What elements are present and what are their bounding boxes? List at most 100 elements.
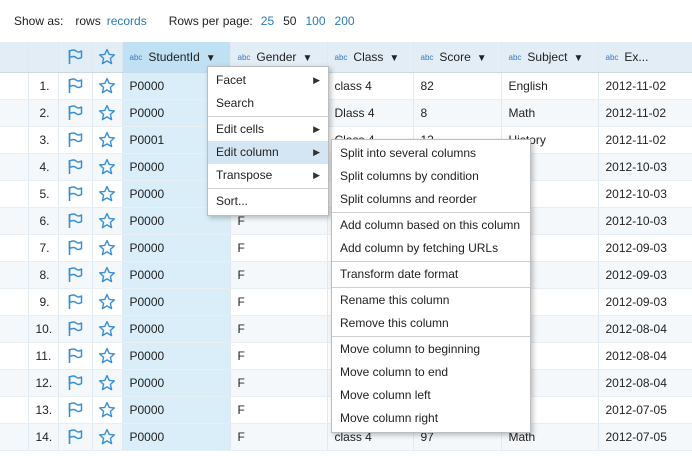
row-star-cell[interactable]	[92, 180, 123, 208]
cell-class[interactable]: Dlass 4	[327, 99, 414, 127]
star-icon[interactable]	[98, 347, 116, 363]
chevron-down-icon[interactable]: ▼	[573, 53, 583, 64]
row-star-cell[interactable]	[92, 261, 123, 289]
flag-icon[interactable]	[66, 293, 84, 309]
flag-icon[interactable]	[66, 212, 84, 228]
flag-icon[interactable]	[66, 77, 84, 93]
cell-student[interactable]: P0000	[122, 234, 231, 262]
menu-item-edit-cells[interactable]: Edit cells ▶	[208, 118, 328, 141]
menu-item-move-beginning[interactable]: Move column to beginning	[332, 338, 530, 361]
menu-item-transpose[interactable]: Transpose ▶	[208, 164, 328, 187]
flag-icon[interactable]	[66, 158, 84, 174]
flag-icon[interactable]	[66, 266, 84, 282]
cell-gender[interactable]: F	[230, 369, 328, 397]
row-star-cell[interactable]	[92, 315, 123, 343]
flag-icon[interactable]	[66, 347, 84, 363]
menu-item-add-based-on-column[interactable]: Add column based on this column	[332, 214, 530, 237]
chevron-down-icon[interactable]: ▼	[389, 53, 399, 64]
cell-date[interactable]: 2012-08-04	[598, 342, 692, 370]
cell-student[interactable]: P0000	[122, 315, 231, 343]
rows-option[interactable]: rows	[75, 14, 100, 28]
flag-icon[interactable]	[66, 239, 84, 255]
cell-date[interactable]: 2012-10-03	[598, 207, 692, 235]
row-flag-cell[interactable]	[58, 396, 93, 424]
star-icon[interactable]	[98, 320, 116, 336]
row-star-cell[interactable]	[92, 153, 123, 181]
star-icon[interactable]	[98, 77, 116, 93]
star-icon[interactable]	[98, 185, 116, 201]
cell-subject[interactable]: English	[501, 72, 599, 100]
cell-student[interactable]: P0000	[122, 288, 231, 316]
column-header-exam-date[interactable]: abc Ex...	[598, 42, 692, 73]
row-flag-cell[interactable]	[58, 99, 93, 127]
cell-date[interactable]: 2012-09-03	[598, 288, 692, 316]
menu-item-split-reorder[interactable]: Split columns and reorder	[332, 188, 530, 211]
cell-date[interactable]: 2012-10-03	[598, 180, 692, 208]
star-icon[interactable]	[98, 131, 116, 147]
cell-score[interactable]: 8	[413, 99, 502, 127]
menu-item-move-right[interactable]: Move column right	[332, 407, 530, 430]
cell-class[interactable]: class 4	[327, 72, 414, 100]
cell-date[interactable]: 2012-07-05	[598, 423, 692, 451]
column-header-class[interactable]: abc Class ▼	[327, 42, 414, 73]
star-icon[interactable]	[98, 293, 116, 309]
cell-date[interactable]: 2012-08-04	[598, 315, 692, 343]
header-flag-cell[interactable]	[58, 42, 93, 73]
column-header-subject[interactable]: abc Subject ▼	[501, 42, 599, 73]
chevron-down-icon[interactable]: ▼	[477, 53, 487, 64]
cell-date[interactable]: 2012-07-05	[598, 396, 692, 424]
page-size-200[interactable]: 200	[335, 14, 355, 28]
menu-item-edit-column[interactable]: Edit column ▶	[208, 141, 328, 164]
menu-item-facet[interactable]: Facet ▶	[208, 69, 328, 92]
menu-item-move-left[interactable]: Move column left	[332, 384, 530, 407]
chevron-down-icon[interactable]: ▼	[206, 53, 216, 64]
cell-date[interactable]: 2012-09-03	[598, 261, 692, 289]
flag-icon[interactable]	[66, 428, 84, 444]
row-flag-cell[interactable]	[58, 234, 93, 262]
cell-date[interactable]: 2012-11-02	[598, 126, 692, 154]
row-star-cell[interactable]	[92, 99, 123, 127]
star-icon[interactable]	[98, 266, 116, 282]
cell-student[interactable]: P0000	[122, 342, 231, 370]
page-size-25[interactable]: 25	[261, 14, 274, 28]
row-star-cell[interactable]	[92, 207, 123, 235]
records-option[interactable]: records	[107, 14, 147, 28]
flag-icon[interactable]	[66, 131, 84, 147]
row-star-cell[interactable]	[92, 423, 123, 451]
row-flag-cell[interactable]	[58, 72, 93, 100]
row-star-cell[interactable]	[92, 396, 123, 424]
menu-item-split-condition[interactable]: Split columns by condition	[332, 165, 530, 188]
row-star-cell[interactable]	[92, 342, 123, 370]
cell-gender[interactable]: F	[230, 288, 328, 316]
flag-icon[interactable]	[66, 49, 84, 64]
row-flag-cell[interactable]	[58, 369, 93, 397]
row-flag-cell[interactable]	[58, 315, 93, 343]
cell-date[interactable]: 2012-08-04	[598, 369, 692, 397]
cell-subject[interactable]: Math	[501, 99, 599, 127]
star-icon[interactable]	[98, 48, 116, 65]
row-flag-cell[interactable]	[58, 423, 93, 451]
row-flag-cell[interactable]	[58, 342, 93, 370]
menu-item-move-end[interactable]: Move column to end	[332, 361, 530, 384]
row-star-cell[interactable]	[92, 288, 123, 316]
star-icon[interactable]	[98, 428, 116, 444]
menu-item-search[interactable]: Search	[208, 92, 328, 115]
chevron-down-icon[interactable]: ▼	[302, 53, 312, 64]
cell-student[interactable]: P0000	[122, 261, 231, 289]
menu-item-add-fetch-urls[interactable]: Add column by fetching URLs	[332, 237, 530, 260]
cell-date[interactable]: 2012-11-02	[598, 99, 692, 127]
cell-gender[interactable]: F	[230, 315, 328, 343]
star-icon[interactable]	[98, 104, 116, 120]
row-flag-cell[interactable]	[58, 180, 93, 208]
cell-gender[interactable]: F	[230, 261, 328, 289]
menu-item-transform-date[interactable]: Transform date format	[332, 263, 530, 286]
star-icon[interactable]	[98, 374, 116, 390]
flag-icon[interactable]	[66, 374, 84, 390]
cell-gender[interactable]: F	[230, 423, 328, 451]
row-flag-cell[interactable]	[58, 126, 93, 154]
row-star-cell[interactable]	[92, 369, 123, 397]
row-flag-cell[interactable]	[58, 261, 93, 289]
cell-score[interactable]: 82	[413, 72, 502, 100]
row-flag-cell[interactable]	[58, 288, 93, 316]
menu-item-rename[interactable]: Rename this column	[332, 289, 530, 312]
